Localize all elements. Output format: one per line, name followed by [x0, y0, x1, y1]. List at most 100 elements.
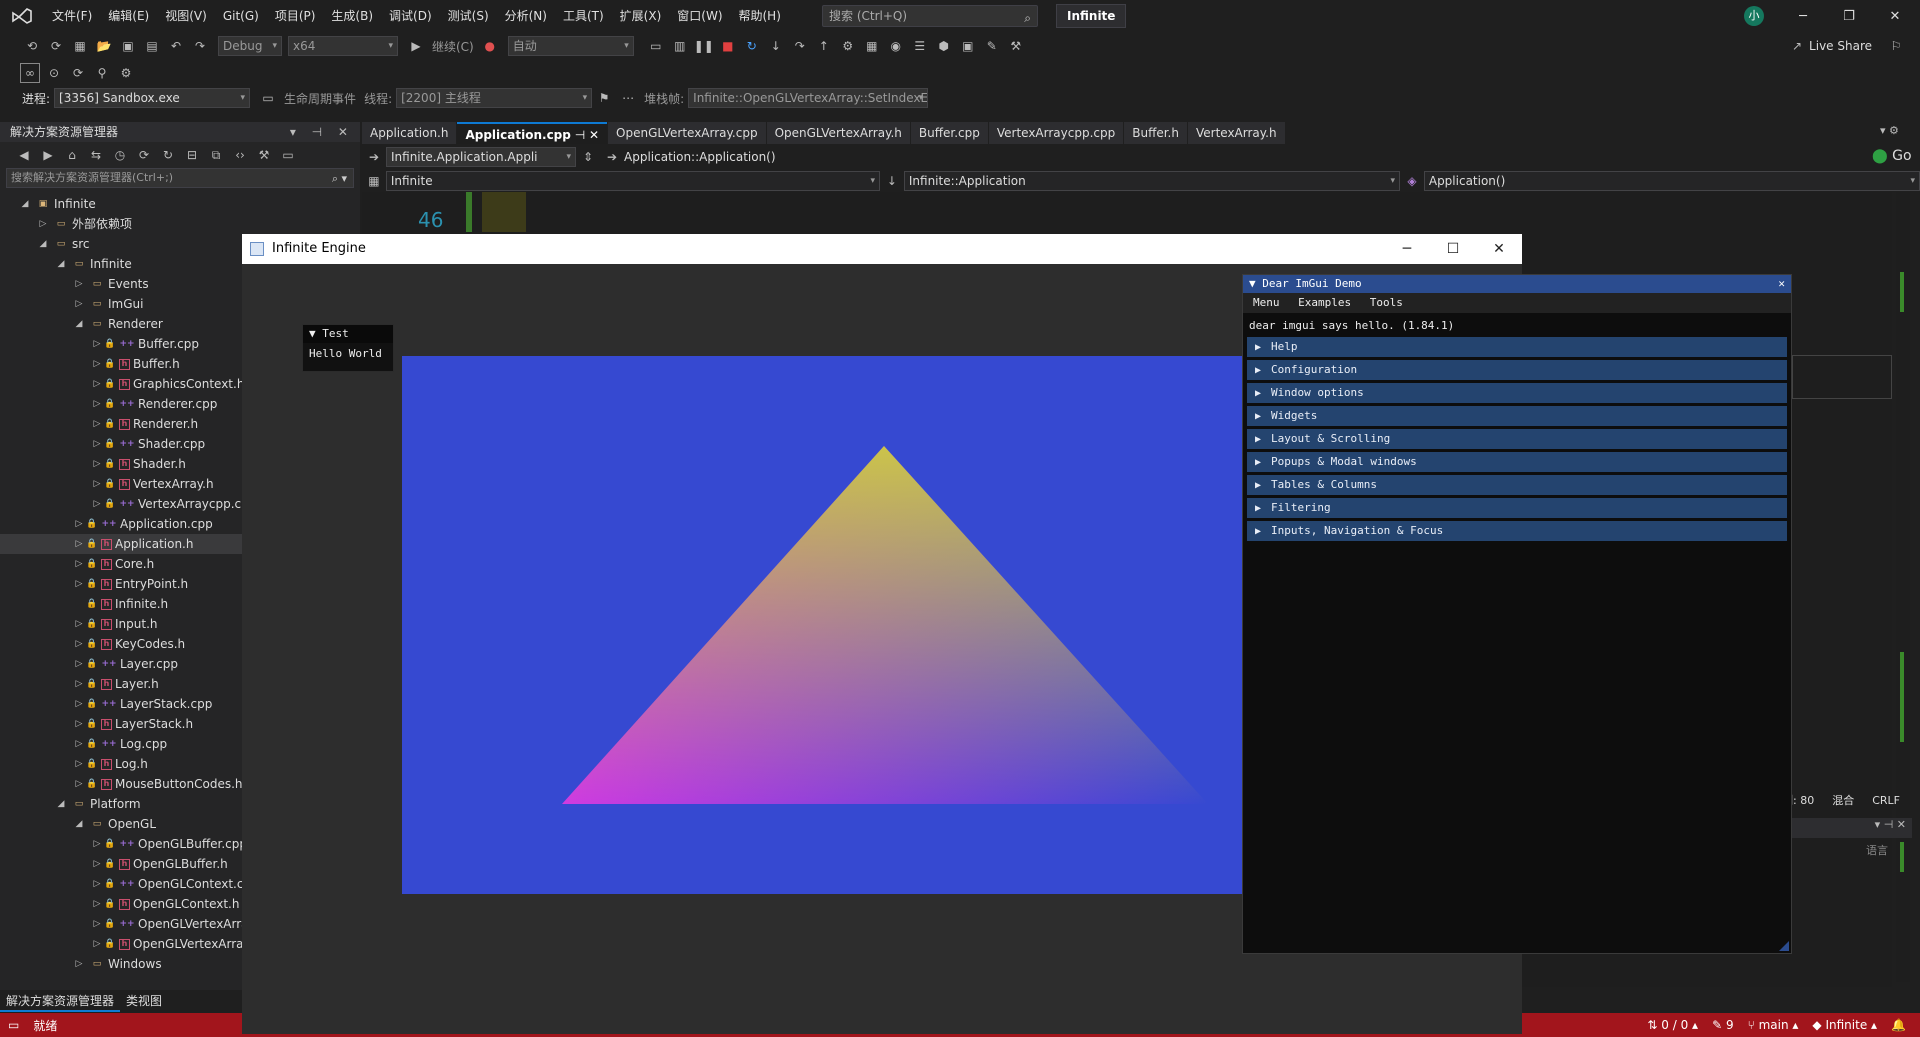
redo-icon[interactable]: ↷: [190, 36, 210, 56]
expander-icon[interactable]: ▷: [90, 494, 104, 514]
stack-frame-dropdown[interactable]: Infinite::OpenGLVertexArray::SetIndexE ▾: [688, 88, 929, 108]
lifecycle-label[interactable]: 生命周期事件: [284, 90, 356, 107]
collapse-all-icon[interactable]: ⊟: [182, 145, 202, 165]
expander-icon[interactable]: ▷: [90, 414, 104, 434]
imgui-menu-menu[interactable]: Menu: [1253, 296, 1280, 309]
expander-icon[interactable]: ▷: [72, 534, 86, 554]
render-viewport[interactable]: [402, 356, 1242, 894]
method-dropdown[interactable]: Application() ▾: [1423, 171, 1920, 191]
tree-item[interactable]: ▷ ▭ 外部依赖项: [0, 214, 360, 234]
imgui-demo-title-bar[interactable]: ▼ Dear ImGui Demo ✕: [1243, 275, 1791, 293]
resize-grip-icon[interactable]: [1779, 941, 1789, 951]
split-icon[interactable]: ⇕: [578, 147, 598, 167]
go-button[interactable]: ⬤ Go: [1872, 148, 1912, 164]
menu-item[interactable]: 测试(S): [440, 0, 497, 32]
expander-icon[interactable]: ◢: [36, 234, 50, 254]
show-all-files-icon[interactable]: ⧉: [206, 145, 226, 165]
expander-icon[interactable]: ▷: [72, 514, 86, 534]
step-into-icon[interactable]: ↓: [766, 36, 786, 56]
continue-icon[interactable]: ▶: [406, 36, 426, 56]
open-icon[interactable]: 📂: [94, 36, 114, 56]
mixed-label[interactable]: 混合: [1832, 792, 1854, 808]
menu-item[interactable]: 窗口(W): [669, 0, 730, 32]
imgui-collapsing-header[interactable]: ▶ Help: [1247, 337, 1787, 357]
thread-dropdown[interactable]: [2200] 主线程 ▾: [396, 88, 593, 108]
menu-item[interactable]: 编辑(E): [100, 0, 157, 32]
imgui-collapsing-header[interactable]: ▶ Configuration: [1247, 360, 1787, 380]
imgui-collapsing-header[interactable]: ▶ Widgets: [1247, 406, 1787, 426]
project-icon[interactable]: ▭: [646, 36, 666, 56]
expander-icon[interactable]: ▷: [90, 394, 104, 414]
expander-icon[interactable]: ▷: [72, 274, 86, 294]
process-dropdown[interactable]: [3356] Sandbox.exe ▾: [54, 88, 251, 108]
imgui-collapsing-header[interactable]: ▶ Filtering: [1247, 498, 1787, 518]
configuration-dropdown[interactable]: Debug ▾: [218, 36, 282, 56]
expander-icon[interactable]: ▷: [36, 214, 50, 234]
back-icon[interactable]: ◀: [14, 145, 34, 165]
brush-icon[interactable]: ✎: [982, 36, 1002, 56]
expander-icon[interactable]: ◢: [54, 254, 68, 274]
save-all-icon[interactable]: ▤: [142, 36, 162, 56]
expander-icon[interactable]: ▷: [72, 774, 86, 794]
solution-name-badge[interactable]: Infinite: [1056, 4, 1127, 28]
diagnostics-icon[interactable]: ⚙: [838, 36, 858, 56]
menu-item[interactable]: 生成(B): [323, 0, 381, 32]
expander-icon[interactable]: ▷: [72, 734, 86, 754]
test-window-title[interactable]: ▼ Test: [303, 325, 393, 343]
sync-icon[interactable]: ⟳: [134, 145, 154, 165]
pause-icon[interactable]: ❚❚: [694, 36, 714, 56]
continue-label[interactable]: 继续(C): [432, 38, 474, 55]
imgui-collapsing-header[interactable]: ▶ Window options: [1247, 383, 1787, 403]
tab-class-view[interactable]: 类视图: [120, 990, 168, 1012]
expander-icon[interactable]: ▷: [72, 714, 86, 734]
minimize-icon[interactable]: ─: [1780, 0, 1826, 32]
imgui-collapsing-header[interactable]: ▶ Popups & Modal windows: [1247, 452, 1787, 472]
error-count[interactable]: ⇅ 0 / 0 ▴: [1647, 1018, 1698, 1032]
map-pin-icon[interactable]: ⬢: [934, 36, 954, 56]
tab-overflow-icon[interactable]: ▾ ⚙: [1880, 124, 1899, 137]
feedback-icon[interactable]: ⚐: [1886, 36, 1906, 56]
line-ending[interactable]: CRLF: [1872, 794, 1900, 807]
refresh-icon[interactable]: ↻: [158, 145, 178, 165]
switch-views-icon[interactable]: ⇆: [86, 145, 106, 165]
live-share-button[interactable]: Live Share: [1809, 39, 1872, 53]
expander-icon[interactable]: ◢: [54, 794, 68, 814]
maximize-icon[interactable]: ☐: [1430, 234, 1476, 264]
imgui-menu-tools[interactable]: Tools: [1370, 296, 1403, 309]
expander-icon[interactable]: ◢: [72, 314, 86, 334]
settings-icon[interactable]: ⚙: [116, 63, 136, 83]
properties-icon[interactable]: ⚒: [254, 145, 274, 165]
expander-icon[interactable]: ▷: [72, 614, 86, 634]
pending-changes[interactable]: ✎ 9: [1712, 1018, 1734, 1032]
expander-icon[interactable]: ▷: [72, 554, 86, 574]
document-tab[interactable]: VertexArraycpp.cpp: [988, 122, 1124, 144]
expander-icon[interactable]: ▷: [90, 874, 104, 894]
imgui-menu-examples[interactable]: Examples: [1298, 296, 1351, 309]
document-tab[interactable]: Buffer.h: [1124, 122, 1187, 144]
restart-icon[interactable]: ↻: [742, 36, 762, 56]
memory-icon[interactable]: ▦: [862, 36, 882, 56]
minimize-icon[interactable]: ─: [1384, 234, 1430, 264]
expander-icon[interactable]: ▷: [72, 674, 86, 694]
output-panel-header-icons[interactable]: ▾ ⊣ ✕: [1792, 818, 1912, 838]
close-icon[interactable]: ✕: [1872, 0, 1918, 32]
close-icon[interactable]: ⊣ ✕: [571, 128, 599, 142]
expander-icon[interactable]: ◢: [18, 194, 32, 214]
expander-icon[interactable]: ▷: [90, 854, 104, 874]
close-icon[interactable]: ✕: [1778, 275, 1785, 293]
expander-icon[interactable]: ▷: [90, 334, 104, 354]
menu-item[interactable]: 扩展(X): [612, 0, 670, 32]
pin-icon[interactable]: ⚲: [92, 63, 112, 83]
imgui-collapsing-header[interactable]: ▶ Inputs, Navigation & Focus: [1247, 521, 1787, 541]
menu-item[interactable]: 分析(N): [497, 0, 555, 32]
expander-icon[interactable]: ▷: [72, 954, 86, 974]
solution-explorer-search-input[interactable]: 搜索解决方案资源管理器(Ctrl+;) ⌕ ▾: [6, 168, 354, 188]
expander-icon[interactable]: ◢: [72, 814, 86, 834]
step-out-icon[interactable]: ↑: [814, 36, 834, 56]
expander-icon[interactable]: ▷: [72, 754, 86, 774]
document-tab[interactable]: Application.cpp ⊣ ✕: [457, 122, 608, 144]
member-dropdown[interactable]: Application::Application(): [624, 150, 776, 164]
expander-icon[interactable]: ▷: [72, 574, 86, 594]
image-icon[interactable]: ▣: [958, 36, 978, 56]
code-icon[interactable]: ‹›: [230, 145, 250, 165]
